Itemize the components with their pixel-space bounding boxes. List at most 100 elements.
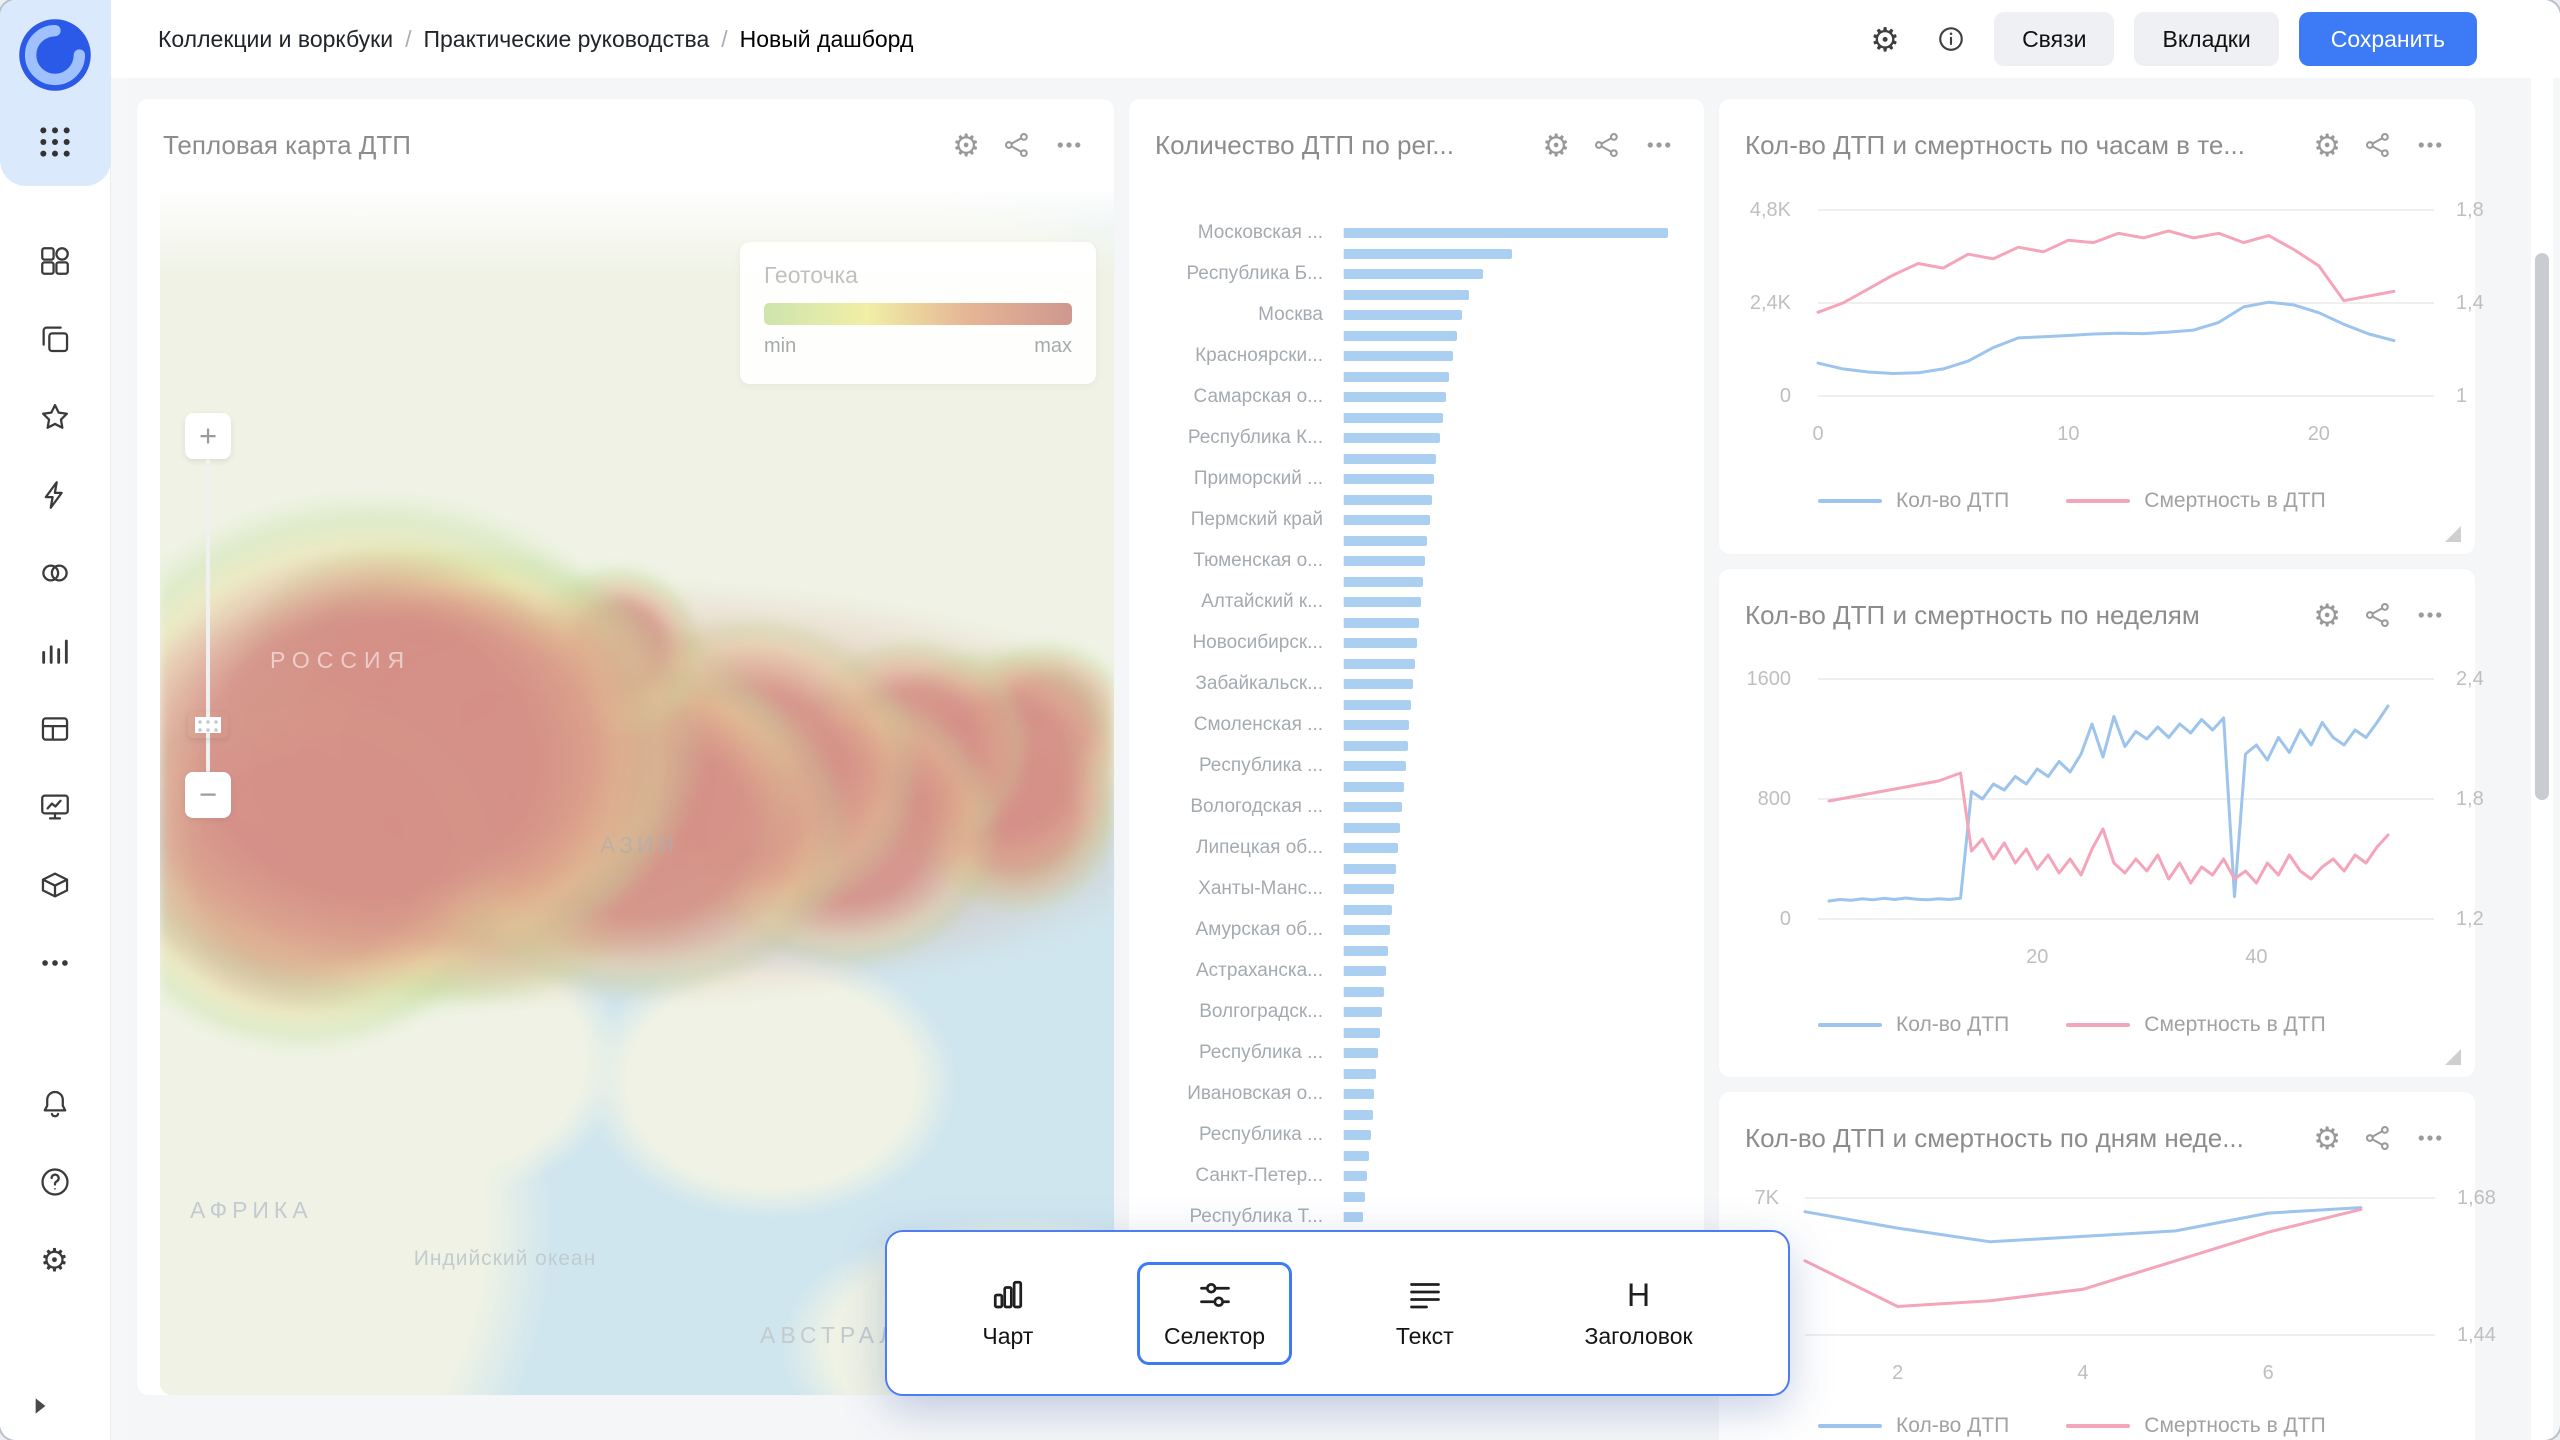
widget-relations-icon[interactable]	[1002, 130, 1032, 160]
sidebar-item-more[interactable]	[27, 935, 83, 991]
axis-tick: 20	[2308, 422, 2330, 446]
panel-item-chart[interactable]: Чарт	[955, 1262, 1060, 1365]
widget-settings-icon[interactable]: ⚙	[2313, 600, 2341, 631]
bar-track	[1343, 556, 1668, 566]
bar	[1344, 1089, 1374, 1099]
zoom-out-button[interactable]: −	[185, 772, 231, 818]
widget-relations-icon[interactable]	[1592, 130, 1622, 160]
axis-tick: 10	[2057, 422, 2079, 446]
sidebar-item-charts[interactable]	[27, 623, 83, 679]
widget-title: Кол-во ДТП и смертность по дням неде...	[1745, 1123, 2244, 1154]
bar-category-label: Липецкая об...	[1155, 837, 1343, 859]
heading-icon: H	[1627, 1277, 1650, 1313]
bar	[1344, 1028, 1380, 1038]
y-axis-right: 2,41,81,2	[2446, 679, 2518, 919]
zoom-in-button[interactable]: +	[185, 413, 231, 459]
bar	[1344, 884, 1394, 894]
widget-more-icon[interactable]	[2415, 1123, 2445, 1153]
sidebar-item-help[interactable]	[27, 1154, 83, 1210]
map-canvas[interactable]: РОССИЯ АЗИЯ АФРИКА Индийский океан АВСТР…	[160, 192, 1114, 1395]
legend-item[interactable]: Кол-во ДТП	[1818, 489, 2009, 513]
sidebar-expand-button[interactable]	[22, 1388, 58, 1424]
panel-item-text[interactable]: Текст	[1369, 1262, 1481, 1365]
sidebar-item-presentations[interactable]	[27, 779, 83, 835]
save-button[interactable]: Сохранить	[2299, 12, 2477, 66]
scrollbar-thumb[interactable]	[2535, 253, 2549, 800]
widget-settings-icon[interactable]: ⚙	[952, 130, 980, 161]
widget-settings-icon[interactable]: ⚙	[1542, 130, 1570, 161]
favorites-star-icon	[38, 400, 72, 434]
dashboard-info-button[interactable]	[1928, 16, 1974, 62]
zoom-slider-handle[interactable]	[187, 711, 229, 739]
widget-settings-icon[interactable]: ⚙	[2313, 130, 2341, 161]
bar	[1344, 1171, 1367, 1181]
sidebar-item-collections[interactable]	[27, 233, 83, 289]
bar-category-label: Республика ...	[1155, 755, 1343, 777]
bar	[1344, 638, 1417, 648]
sidebar-item-apps[interactable]	[35, 122, 75, 162]
sidebar-item-datasets[interactable]	[27, 545, 83, 601]
bar-row: Ханты-Манс...	[1155, 879, 1668, 900]
chart-legend: Кол-во ДТП Смертность в ДТП	[1818, 489, 2326, 513]
sidebar-item-settings[interactable]: ⚙	[27, 1232, 83, 1288]
bar	[1344, 1048, 1378, 1058]
map-legend: Геоточка min max	[740, 242, 1096, 384]
more-ellipsis-icon	[38, 946, 72, 980]
legend-item[interactable]: Кол-во ДТП	[1818, 1414, 2009, 1438]
widget-relations-icon[interactable]	[2363, 130, 2393, 160]
panel-item-selector[interactable]: Селектор	[1137, 1262, 1292, 1365]
sidebar-item-favorites[interactable]	[27, 389, 83, 445]
bar-track	[1343, 823, 1668, 833]
y-axis-right: 1,681,44	[2447, 1198, 2519, 1335]
bar	[1344, 802, 1402, 812]
axis-tick: 20	[2026, 945, 2048, 969]
bar-row: Амурская об...	[1155, 920, 1668, 941]
links-button[interactable]: Связи	[1994, 12, 2114, 66]
y-axis-right: 1,81,41	[2446, 210, 2518, 396]
breadcrumb-guides[interactable]: Практические руководства	[423, 26, 709, 53]
axis-tick: 1,2	[2456, 907, 2484, 931]
resize-handle-icon[interactable]	[2445, 1049, 2461, 1065]
datasets-icon	[38, 556, 72, 590]
axis-tick: 1	[2456, 384, 2467, 408]
widget-more-icon[interactable]	[2415, 130, 2445, 160]
bar-track	[1343, 1028, 1668, 1038]
legend-item[interactable]: Смертность в ДТП	[2066, 1414, 2325, 1438]
panel-item-heading[interactable]: H Заголовок	[1557, 1262, 1719, 1365]
app-window: ⚙ Коллекции и воркбуки Практические руко…	[0, 0, 2560, 1440]
sidebar-item-tables[interactable]	[27, 701, 83, 757]
sidebar-item-connections[interactable]	[27, 467, 83, 523]
dashboard-settings-button[interactable]: ⚙	[1862, 16, 1908, 62]
widget-relations-icon[interactable]	[2363, 600, 2393, 630]
widget-more-icon[interactable]	[1054, 130, 1084, 160]
datalens-logo[interactable]	[16, 16, 94, 94]
legend-item[interactable]: Смертность в ДТП	[2066, 489, 2325, 513]
widget-actions: ⚙	[2303, 1123, 2445, 1154]
bar-row	[1155, 654, 1668, 675]
resize-handle-icon[interactable]	[2445, 526, 2461, 542]
line-chart-plot	[1818, 210, 2434, 396]
bar-row: Астраханска...	[1155, 961, 1668, 982]
series-line-swatch	[1818, 499, 1882, 503]
settings-gear-icon: ⚙	[40, 1244, 69, 1276]
bar	[1344, 249, 1512, 259]
bar	[1344, 392, 1446, 402]
widget-settings-icon[interactable]: ⚙	[2313, 1123, 2341, 1154]
widget-more-icon[interactable]	[2415, 600, 2445, 630]
bar-category-label: Республика ...	[1155, 1042, 1343, 1064]
widget-relations-icon[interactable]	[2363, 1123, 2393, 1153]
bar-row: Республика Б...	[1155, 264, 1668, 285]
breadcrumb-collections[interactable]: Коллекции и воркбуки	[158, 26, 393, 53]
series-line-swatch	[2066, 499, 2130, 503]
sidebar-item-storage[interactable]	[27, 857, 83, 913]
legend-item[interactable]: Смертность в ДТП	[2066, 1013, 2325, 1037]
bar	[1344, 843, 1398, 853]
bar-track	[1343, 741, 1668, 751]
legend-max-label: max	[1034, 335, 1072, 358]
sidebar-item-notifications[interactable]	[27, 1076, 83, 1132]
legend-item[interactable]: Кол-во ДТП	[1818, 1013, 2009, 1037]
sidebar-item-workbooks[interactable]	[27, 311, 83, 367]
bar-row	[1155, 1023, 1668, 1044]
tabs-button[interactable]: Вкладки	[2134, 12, 2278, 66]
widget-more-icon[interactable]	[1644, 130, 1674, 160]
